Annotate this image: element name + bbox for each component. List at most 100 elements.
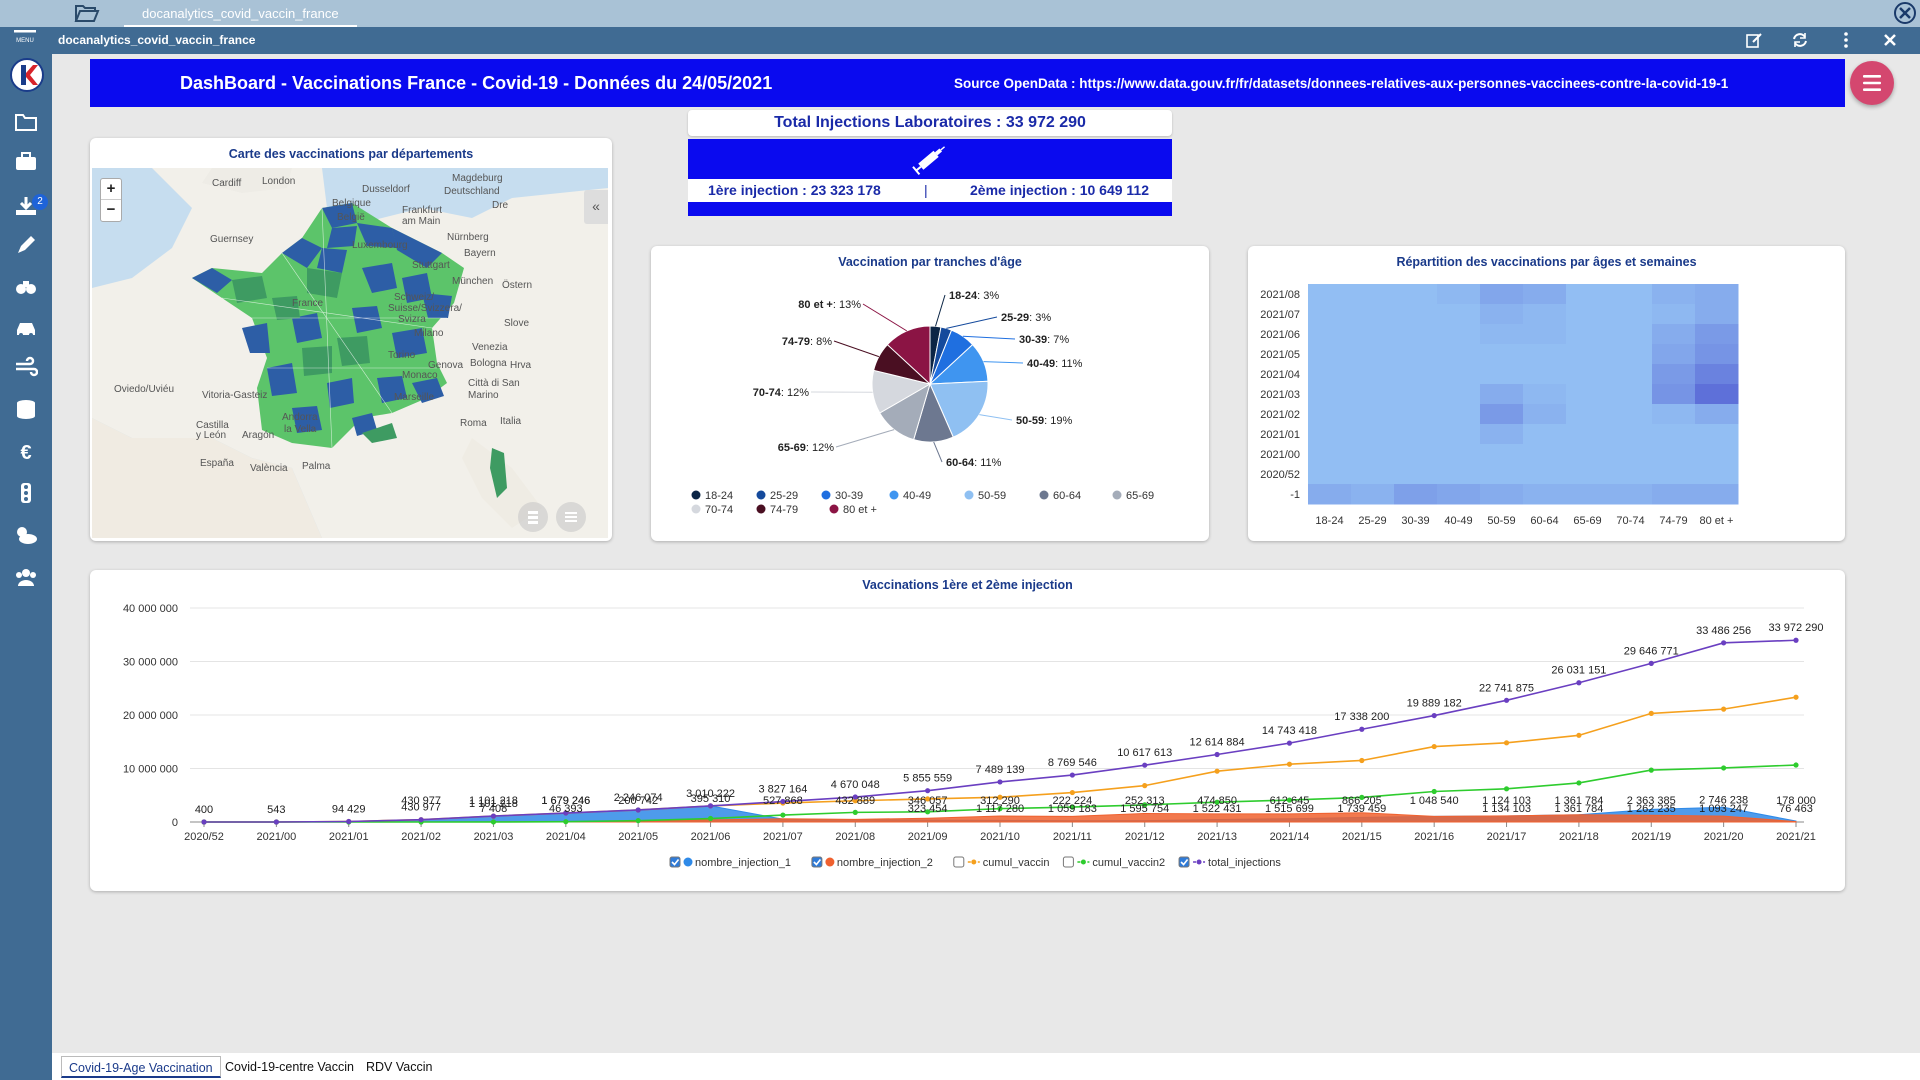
heatmap-cell: [1480, 404, 1524, 425]
pen-icon[interactable]: [13, 234, 39, 260]
inj1-data-label: 200 742: [618, 795, 658, 807]
collapse-panel-button[interactable]: «: [584, 190, 608, 224]
open-folder-icon[interactable]: [74, 2, 100, 24]
y-tick-label: 30 000 000: [123, 657, 178, 669]
zoom-out-button[interactable]: −: [101, 200, 121, 221]
map-place-label: Città di San: [468, 378, 520, 389]
point-total_injections: [1576, 680, 1582, 686]
y-tick-label: 0: [172, 817, 178, 829]
inj2-data-label: 1 515 699: [1265, 803, 1314, 815]
legend-marker: [964, 490, 974, 500]
point-total_injections: [635, 807, 641, 813]
map-place-label: Nürnberg: [447, 232, 489, 243]
pie-label: 18-24: 3%: [949, 290, 999, 302]
legend-marker: [1196, 859, 1202, 865]
x-tick-label: 2021/03: [474, 831, 514, 843]
heatmap-cell: [1566, 344, 1610, 365]
zoom-in-button[interactable]: +: [101, 179, 121, 200]
app-logo[interactable]: [10, 58, 44, 92]
tab-age-vaccination[interactable]: Covid-19-Age Vaccination: [61, 1056, 221, 1078]
pie-label-value: : 13%: [833, 299, 861, 311]
heatmap-cell: [1351, 384, 1395, 405]
point-cumul_vaccin2: [852, 809, 858, 815]
close-icon[interactable]: [1893, 1, 1917, 25]
dashboard-title: DashBoard - Vaccinations France - Covid-…: [180, 73, 773, 93]
euro-icon[interactable]: €: [13, 440, 39, 466]
heatmap-cell: [1394, 484, 1438, 505]
traffic-light-icon[interactable]: [13, 482, 39, 508]
pie-label-category: 50-59: [1016, 415, 1044, 427]
heatmap-cell: [1523, 364, 1567, 385]
car-icon[interactable]: [13, 316, 39, 342]
line-chart-card: Vaccinations 1ère et 2ème injection 0 10 …: [90, 570, 1845, 891]
legend-label: 74-79: [770, 504, 798, 516]
menu-fab-button[interactable]: [1850, 61, 1894, 105]
heatmap-cell: [1308, 424, 1352, 445]
list-view-button[interactable]: [556, 502, 586, 532]
total-data-label: 22 741 875: [1479, 682, 1534, 694]
legend-label: 30-39: [835, 490, 863, 502]
refresh-icon[interactable]: [1790, 31, 1810, 51]
folder-icon[interactable]: [13, 110, 39, 136]
total-data-label: 19 889 182: [1407, 698, 1462, 710]
heatmap-cell: [1394, 304, 1438, 325]
tab-docanalytics[interactable]: docanalytics_covid_vaccin_france: [124, 2, 357, 27]
wind-icon[interactable]: [13, 356, 39, 382]
point-total_injections: [201, 819, 207, 825]
pie-label: 30-39: 7%: [1019, 334, 1069, 346]
more-options-icon[interactable]: [1836, 31, 1856, 51]
pie-label: 50-59: 19%: [1016, 415, 1072, 427]
legend-checkbox: [953, 856, 965, 868]
pie-leader-line: [933, 441, 943, 463]
legend-checkbox: [669, 856, 681, 868]
x-tick-label: 2021/18: [1559, 831, 1599, 843]
heatmap-cell: [1308, 384, 1352, 405]
heatmap-cell: [1351, 364, 1395, 385]
edit-icon[interactable]: [1744, 31, 1764, 51]
inj1-data-label: 432 889: [835, 795, 875, 807]
map-place-label: Vitoria-Gasteiz: [202, 390, 267, 401]
weather-icon[interactable]: [13, 524, 39, 550]
heatmap-cell: [1609, 424, 1653, 445]
legend-label: 80 et +: [843, 504, 877, 516]
map-place-label: Belgique: [332, 198, 371, 209]
point-total_injections: [1793, 637, 1799, 643]
map-place-label: Roma: [460, 418, 487, 429]
binoculars-icon[interactable]: [13, 275, 39, 301]
department-map[interactable]: Cardiff London Dusseldorf Magdeburg Deutschl…: [92, 168, 608, 538]
heatmap-row-label: 2021/08: [1260, 289, 1300, 301]
layers-icon: [528, 511, 538, 524]
pie-label-value: : 7%: [1047, 334, 1069, 346]
heatmap-cell: [1480, 324, 1524, 345]
injection-breakdown: 1ère injection : 23 323 178 | 2ème injec…: [688, 179, 1172, 202]
inj2-data-label: 1 059 183: [1048, 803, 1097, 815]
pie-label-value: : 12%: [781, 387, 809, 399]
data-source-link[interactable]: Source OpenData : https://www.data.gouv.…: [954, 76, 1728, 91]
x-tick-label: 2021/21: [1776, 831, 1816, 843]
briefcase-icon[interactable]: [13, 150, 39, 176]
database-icon[interactable]: [13, 398, 39, 424]
heatmap-row-label: 2021/05: [1260, 349, 1300, 361]
heatmap-col-label: 65-69: [1573, 515, 1601, 527]
legend-label: nombre_injection_1: [695, 857, 791, 869]
pie-label: 70-74: 12%: [753, 387, 809, 399]
map-place-label: Slove: [504, 318, 529, 329]
layers-button[interactable]: [518, 502, 548, 532]
heatmap-cell: [1351, 324, 1395, 345]
dashboard-banner: DashBoard - Vaccinations France - Covid-…: [90, 59, 1845, 107]
pie-leader-line: [983, 361, 1024, 364]
pie-label-value: : 11%: [974, 457, 1002, 469]
legend-label: 25-29: [770, 490, 798, 502]
heatmap-cell: [1609, 464, 1653, 485]
users-icon[interactable]: [13, 566, 39, 592]
heatmap-col-label: 30-39: [1401, 515, 1429, 527]
total-data-label: 4 670 048: [831, 779, 880, 791]
close-document-icon[interactable]: [1880, 31, 1900, 51]
tab-rdv-vaccin[interactable]: RDV Vaccin: [359, 1056, 439, 1078]
tab-centre-vaccin[interactable]: Covid-19-centre Vaccin: [218, 1056, 361, 1078]
heatmap-cell: [1695, 464, 1739, 485]
legend-marker: [829, 504, 839, 514]
map-place-label: Hrva: [510, 360, 532, 371]
pie-label: 65-69: 12%: [778, 442, 834, 454]
inj2-data-label: 1 117 280: [976, 803, 1024, 815]
